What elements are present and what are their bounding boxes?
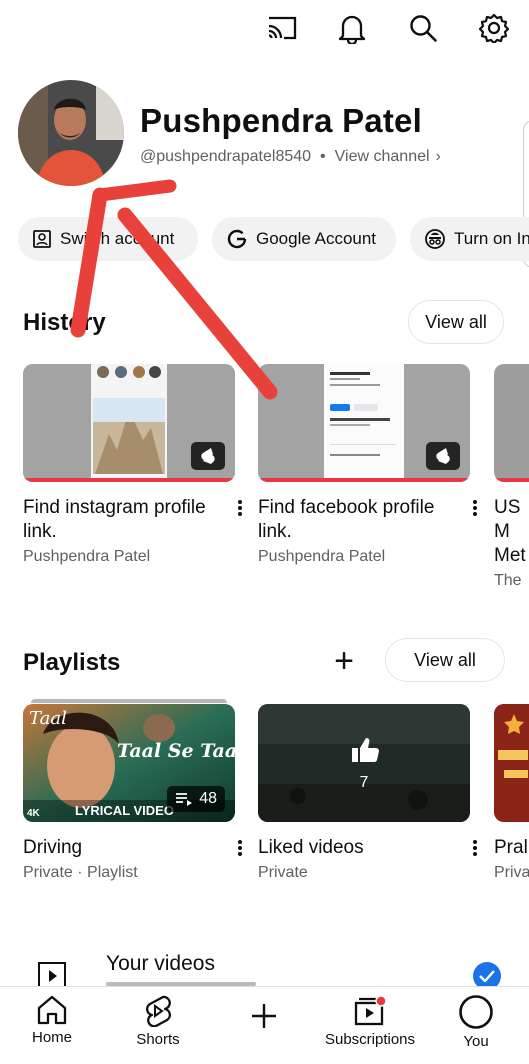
your-videos-label: Your videos <box>106 952 215 975</box>
history-card[interactable]: Find instagram profile link. Pushpendra … <box>23 364 242 566</box>
separator-dot: • <box>320 148 326 165</box>
thumb-corner-text: Taal <box>29 708 67 729</box>
history-card[interactable]: US M Met The <box>494 364 529 590</box>
chip-label: Switch account <box>60 229 175 248</box>
video-thumbnail[interactable] <box>258 364 470 482</box>
bell-icon[interactable] <box>334 10 370 46</box>
playlists-title: Playlists <box>23 649 121 676</box>
playlist-title[interactable]: Driving <box>23 836 213 860</box>
home-icon <box>37 995 67 1025</box>
history-title: History <box>23 309 106 336</box>
nav-subscriptions[interactable]: Subscriptions <box>315 995 425 1048</box>
history-view-all-button[interactable]: View all <box>408 300 504 344</box>
playlist-count-badge: 48 <box>167 786 225 812</box>
playlist-thumbnail[interactable] <box>494 704 529 822</box>
channel-name: Pushpendra Patel <box>140 102 422 139</box>
chip-label: Google Account <box>256 229 377 248</box>
playlist-card[interactable]: Taal Taal Se Taal LYRICAL VIDEO 4K 48 Dr… <box>23 699 242 882</box>
playlist-subtitle: Priva <box>494 864 529 881</box>
playlist-title[interactable]: Liked videos <box>258 836 448 860</box>
switch-account-icon <box>33 230 51 248</box>
channel-handle-row[interactable]: @pushpendrapatel8540 • View channel › <box>140 148 441 166</box>
video-channel: The <box>494 572 522 589</box>
thumb-title-text: Taal Se Taal <box>117 740 235 762</box>
your-videos-row[interactable]: Your videos <box>0 940 529 990</box>
playlist-subtitle: Private · Playlist <box>23 864 138 881</box>
video-channel: Pushpendra Patel <box>23 548 151 565</box>
chip-label: Turn on Incognito <box>454 229 529 248</box>
add-playlist-icon[interactable]: + <box>329 644 359 678</box>
subscriptions-icon <box>354 995 387 1026</box>
nav-label: Subscriptions <box>324 1031 416 1048</box>
video-thumbnail[interactable] <box>23 364 235 482</box>
thumbs-up-icon <box>350 736 380 769</box>
more-options-icon[interactable] <box>470 498 480 518</box>
nav-label: You <box>463 1033 489 1050</box>
chevron-right-icon: › <box>435 148 441 165</box>
you-avatar-icon <box>459 995 493 1029</box>
video-title[interactable]: Find facebook profile link. <box>258 496 448 544</box>
video-thumbnail[interactable] <box>494 364 529 482</box>
nav-you[interactable]: You <box>421 995 529 1050</box>
account-chips: Switch account Google Account Turn on In… <box>18 217 529 263</box>
watch-progress-bar <box>23 478 235 482</box>
more-options-icon[interactable] <box>470 838 480 858</box>
watch-progress-bar <box>494 478 529 482</box>
shorts-badge-icon <box>191 442 225 470</box>
gear-icon[interactable] <box>476 10 512 46</box>
shorts-icon <box>146 995 171 1027</box>
search-icon[interactable] <box>405 10 441 46</box>
more-options-icon[interactable] <box>235 498 245 518</box>
view-channel-link[interactable]: View channel <box>335 148 430 166</box>
watch-progress-bar <box>258 478 470 482</box>
playlist-thumbnail[interactable]: Taal Taal Se Taal LYRICAL VIDEO 4K 48 <box>23 704 235 822</box>
switch-account-chip[interactable]: Switch account <box>18 217 198 261</box>
nav-shorts[interactable]: Shorts <box>103 995 213 1048</box>
create-plus-icon <box>252 1004 276 1028</box>
playlist-subtitle: Private <box>258 864 308 881</box>
google-account-chip[interactable]: Google Account <box>212 217 396 261</box>
history-card[interactable]: Find facebook profile link. Pushpendra P… <box>258 364 477 566</box>
cast-icon[interactable] <box>264 10 300 46</box>
avatar[interactable] <box>18 80 124 186</box>
nav-label: Shorts <box>136 1031 180 1048</box>
playlist-stack-edge <box>31 699 227 703</box>
playlist-icon <box>176 793 193 806</box>
video-title[interactable]: US M Met <box>494 496 526 568</box>
nav-home[interactable]: Home <box>0 995 107 1046</box>
shorts-badge-icon <box>426 442 460 470</box>
thumb-banner-text: LYRICAL VIDEO <box>75 803 174 818</box>
google-g-icon <box>227 229 247 249</box>
playlist-title[interactable]: Pral <box>494 836 529 860</box>
playlist-card[interactable]: 7 Liked videos Private <box>258 704 477 882</box>
liked-count: 7 <box>359 774 369 791</box>
playlists-view-all-button[interactable]: View all <box>385 638 505 682</box>
video-channel: Pushpendra Patel <box>258 548 386 565</box>
nav-create[interactable] <box>209 1001 319 1031</box>
video-title[interactable]: Find instagram profile link. <box>23 496 213 544</box>
bottom-navigation: Home Shorts Subscriptions You <box>0 986 529 1064</box>
profile-header[interactable]: Pushpendra Patel @pushpendrapatel8540 • … <box>18 80 529 268</box>
channel-handle: @pushpendrapatel8540 <box>140 148 312 165</box>
top-bar <box>0 0 529 60</box>
thumb-quality-text: 4K <box>27 808 40 819</box>
incognito-chip[interactable]: Turn on Incognito <box>410 217 529 261</box>
incognito-icon <box>425 229 445 249</box>
nav-label: Home <box>31 1029 72 1046</box>
playlist-card[interactable]: Pral Priva <box>494 704 529 882</box>
more-options-icon[interactable] <box>235 838 245 858</box>
playlist-thumbnail[interactable]: 7 <box>258 704 470 822</box>
playlist-count: 48 <box>199 790 217 807</box>
